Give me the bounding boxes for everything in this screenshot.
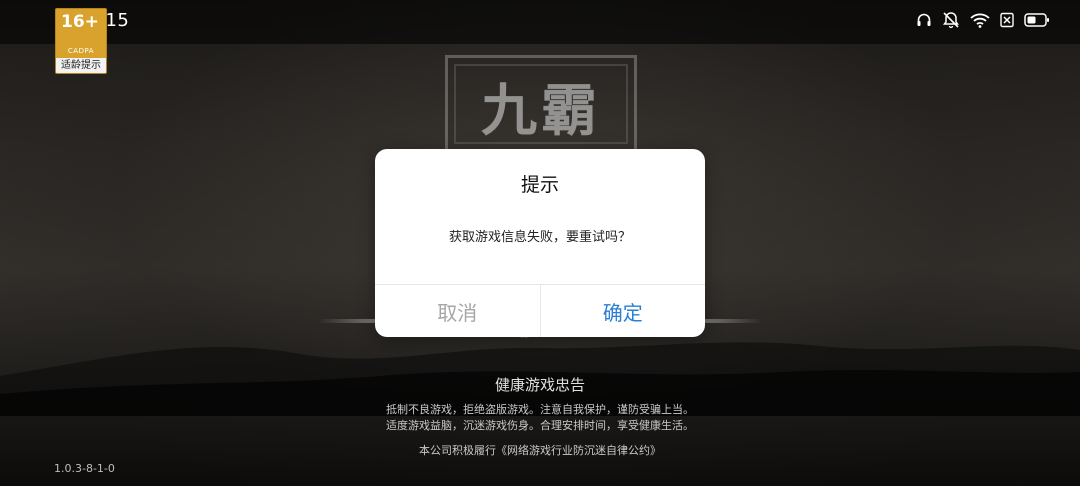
version-label: 1.0.3-8-1-0: [54, 462, 115, 475]
age-rating-badge: 16+ CADPA 适龄提示: [55, 8, 107, 74]
age-rating-org: CADPA: [67, 47, 95, 55]
dialog-title: 提示: [520, 174, 559, 196]
status-bar: 13:15: [0, 0, 1080, 44]
mute-icon: [942, 12, 960, 28]
health-notice-line-1: 抵制不良游戏，拒绝盗版游戏。注意自我保护，谨防受骗上当。: [386, 403, 694, 416]
health-notice-title: 健康游戏忠告: [494, 376, 585, 394]
anti-addiction-pledge: 本公司积极履行《网络游戏行业防沉迷自律公约》: [419, 444, 661, 457]
age-rating-value: 16+: [61, 12, 99, 32]
age-rating-tip: 适龄提示: [56, 58, 106, 73]
logo-text: 九霸: [481, 78, 601, 144]
confirm-button[interactable]: 确定: [541, 285, 706, 337]
health-notice: 健康游戏忠告 抵制不良游戏，拒绝盗版游戏。注意自我保护，谨防受骗上当。 适度游戏…: [0, 374, 1080, 458]
wifi-icon: [970, 12, 990, 28]
dialog-buttons: 取消 确定: [375, 284, 705, 337]
game-logo: 九霸: [445, 55, 637, 153]
game-launch-screen: 九霸 ꟹ 13:15 16+ CADPA 适龄提示 健康游: [0, 0, 1080, 486]
retry-dialog: 提示 获取游戏信息失败，要重试吗？ 取消 确定: [375, 149, 705, 337]
sim-off-icon: [1000, 12, 1014, 28]
cancel-button[interactable]: 取消: [375, 285, 541, 337]
battery-icon: [1024, 12, 1050, 28]
headset-icon: [916, 12, 932, 28]
dialog-message: 获取游戏信息失败，要重试吗？: [448, 230, 631, 245]
health-notice-line-2: 适度游戏益脑，沉迷游戏伤身。合理安排时间，享受健康生活。: [386, 419, 694, 432]
status-icons: [916, 12, 1050, 28]
